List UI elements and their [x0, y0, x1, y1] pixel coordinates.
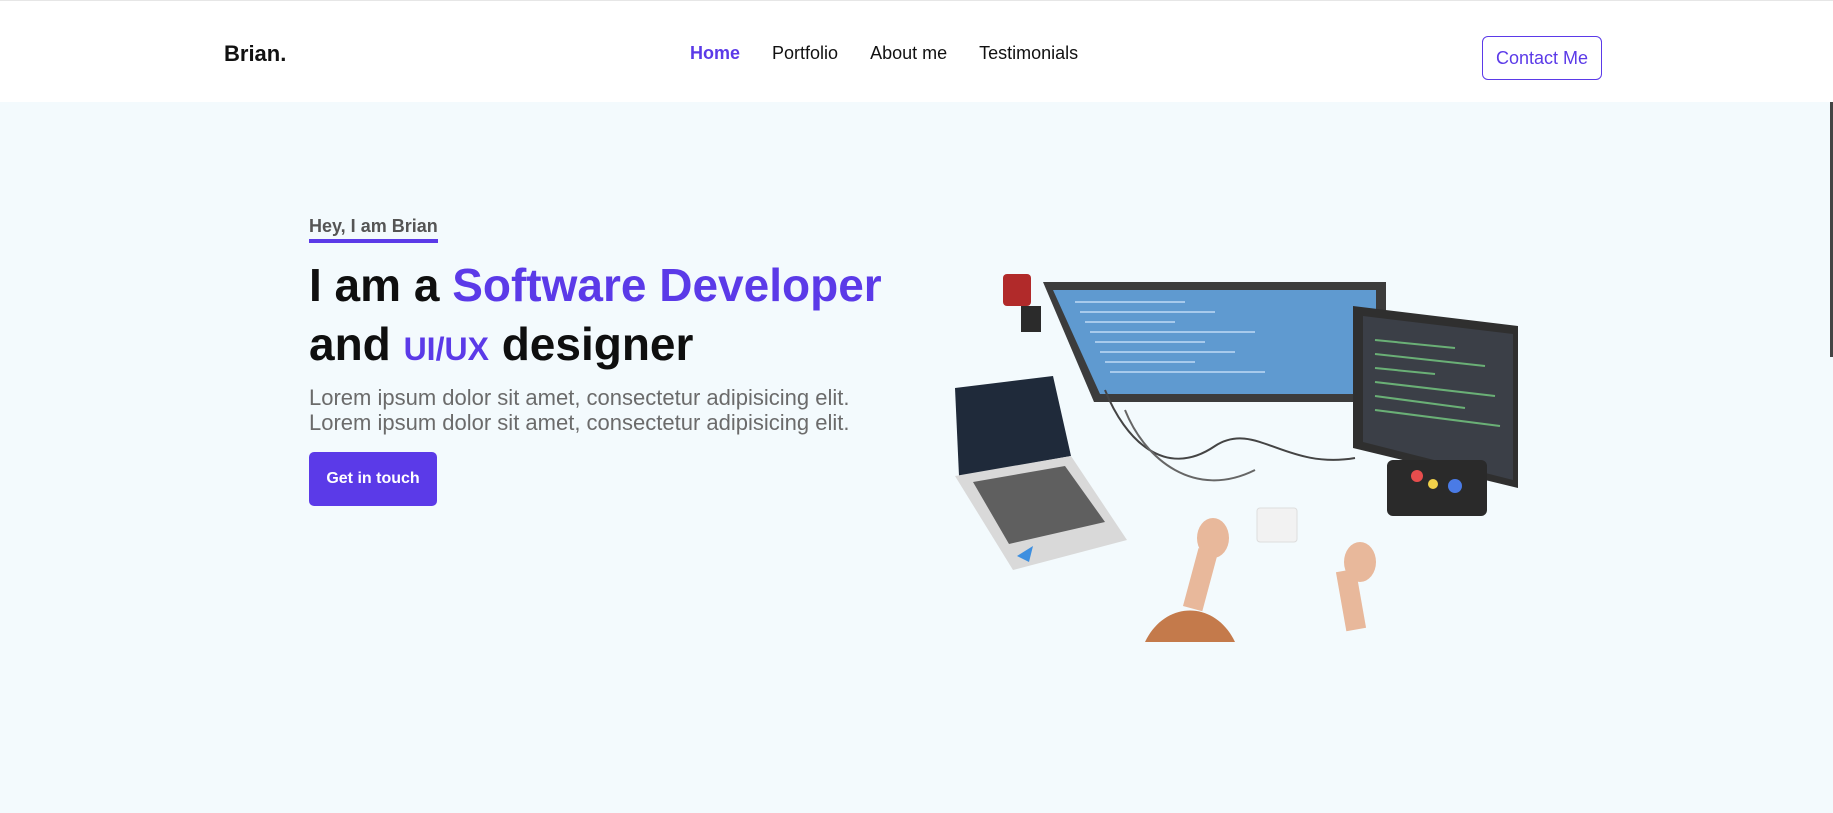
left-arm	[1182, 548, 1218, 612]
toy-red	[1411, 470, 1423, 482]
workspace-image	[955, 274, 1518, 642]
nav-link-about[interactable]: About me	[870, 43, 947, 64]
get-in-touch-button[interactable]: Get in touch	[309, 452, 437, 506]
person-head	[1145, 610, 1235, 642]
hero-description: Lorem ipsum dolor sit amet, consectetur …	[309, 385, 909, 435]
headline-accent-role: Software Developer	[452, 259, 882, 311]
nav-link-testimonials[interactable]: Testimonials	[979, 43, 1078, 64]
headline-line2-end: designer	[501, 318, 694, 370]
contact-me-button[interactable]: Contact Me	[1482, 36, 1602, 80]
monitor-arm	[1021, 306, 1041, 332]
desk-tray	[1387, 460, 1487, 516]
nav-link-portfolio[interactable]: Portfolio	[772, 43, 838, 64]
hero-description-line1: Lorem ipsum dolor sit amet, consectetur …	[309, 385, 850, 410]
headline-line2-start: and	[309, 318, 391, 370]
nav-link-home[interactable]: Home	[690, 43, 740, 64]
toy-yellow	[1428, 479, 1438, 489]
main-nav: Home Portfolio About me Testimonials	[690, 43, 1078, 64]
toy-blue	[1448, 479, 1462, 493]
brand-logo[interactable]: Brian.	[224, 41, 286, 67]
top-navbar: Brian. Home Portfolio About me Testimoni…	[0, 0, 1833, 102]
cable-2	[1124, 409, 1256, 482]
headline-accent-uiux: UI/UX	[403, 331, 489, 367]
hero-section: Hey, I am Brian I am a Software Develope…	[0, 102, 1833, 813]
red-mug	[1003, 274, 1031, 306]
small-keyboard	[1256, 507, 1298, 543]
hero-description-line2: Lorem ipsum dolor sit amet, consectetur …	[309, 410, 850, 435]
hero-headline: I am a Software Developer and UI/UX desi…	[309, 256, 929, 379]
headline-prefix: I am a	[309, 259, 440, 311]
hero-greeting: Hey, I am Brian	[309, 216, 438, 243]
